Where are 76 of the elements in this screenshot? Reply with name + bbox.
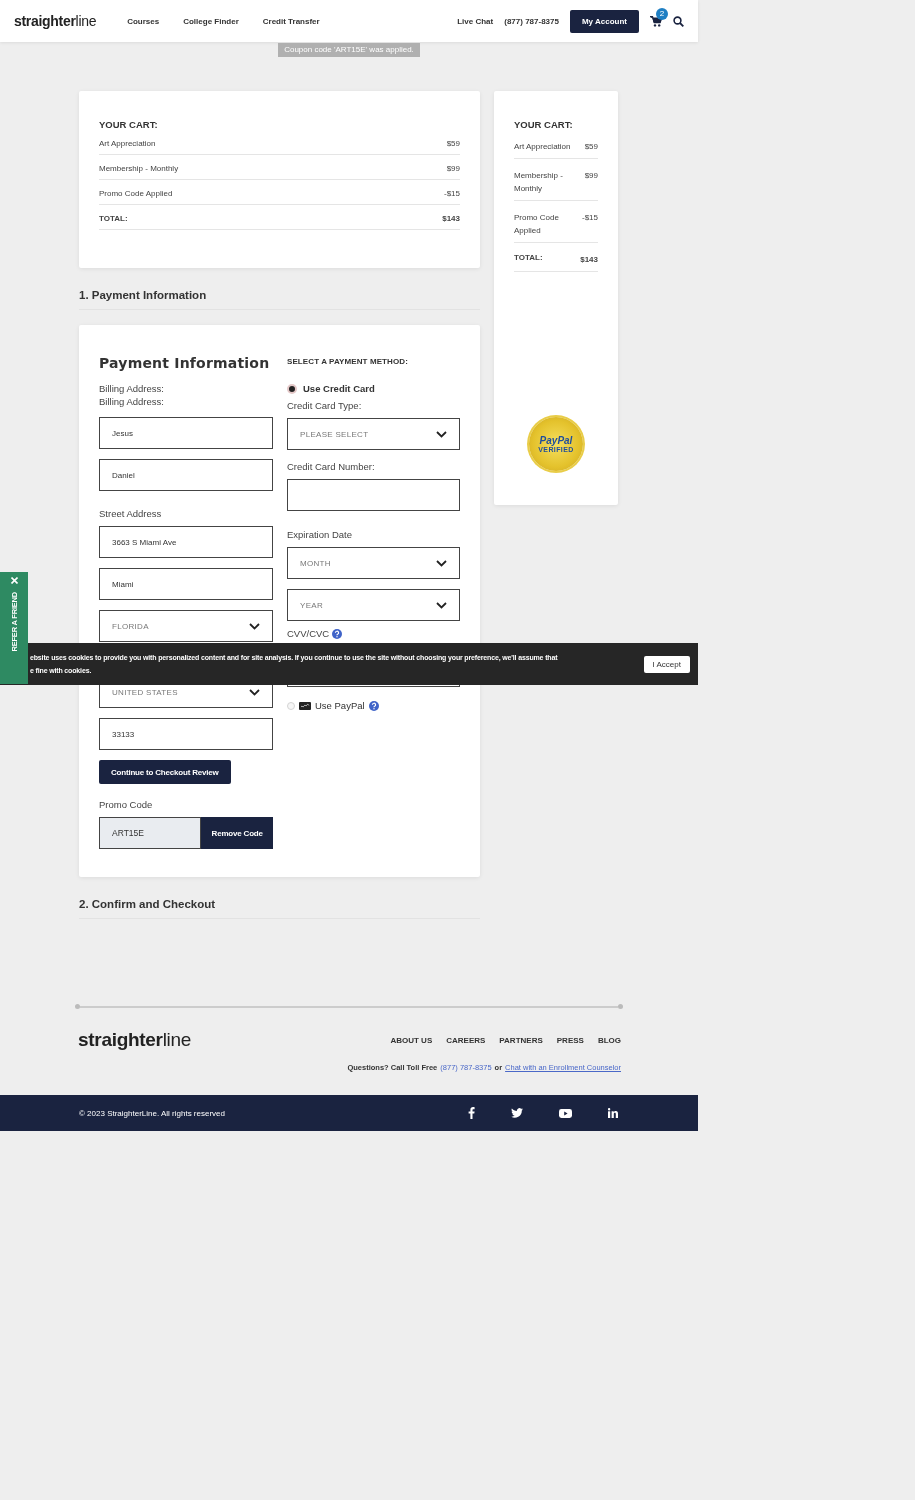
city-field[interactable]: Miami: [99, 568, 273, 600]
field-label: Billing Address:: [99, 382, 165, 395]
promo-code-field[interactable]: ART15E: [99, 817, 202, 849]
footer-link[interactable]: BLOG: [597, 1035, 621, 1045]
footer-link[interactable]: ABOUT US: [390, 1035, 433, 1045]
phone-number: (877) 787-8375: [504, 16, 559, 26]
first-name-field[interactable]: Jesus: [99, 417, 273, 449]
section-heading[interactable]: 1. Payment Information: [79, 289, 480, 310]
nav-link[interactable]: Courses: [127, 16, 160, 26]
card-number-field[interactable]: [287, 479, 460, 511]
help-icon[interactable]: [368, 700, 379, 711]
youtube-icon[interactable]: [559, 1108, 572, 1118]
accept-button[interactable]: I Accept: [643, 655, 690, 673]
cart-item-price: $59: [446, 139, 460, 148]
payment-title: Payment Information: [99, 355, 271, 371]
card-type-select[interactable]: PLEASE SELECT: [287, 418, 460, 450]
cart-item-name: Art Appreciation: [99, 139, 156, 148]
field-label: Street Address: [99, 507, 163, 520]
field-label: Billing Address:: [99, 395, 165, 408]
total-label: TOTAL:: [99, 214, 128, 223]
live-chat-link[interactable]: Live Chat: [457, 16, 494, 26]
cart-item-price: $99: [584, 170, 598, 182]
cart-item-price: -$15: [444, 189, 460, 198]
chevron-down-icon: [436, 430, 447, 438]
field-label: Expiration Date: [287, 528, 353, 541]
cart-item-name: Promo Code Applied: [99, 189, 173, 198]
footer-link[interactable]: PRESS: [556, 1035, 584, 1045]
continue-button[interactable]: Continue to Checkout Review: [99, 760, 231, 784]
paypal-card-icon: [299, 701, 311, 710]
nav-link[interactable]: Credit Transfer: [262, 16, 320, 26]
cart-item-price: $99: [446, 164, 460, 173]
cart-title: YOUR CART:: [514, 119, 574, 130]
state-select[interactable]: FLORIDA: [99, 610, 273, 642]
nav-link[interactable]: College Finder: [183, 16, 239, 26]
total-amount: $143: [580, 254, 598, 266]
cart-item-price: -$15: [582, 212, 598, 224]
chevron-down-icon: [249, 688, 260, 696]
last-name-field[interactable]: Daniel: [99, 459, 273, 491]
cart-item-name: Membership - Monthly: [99, 164, 179, 173]
year-select[interactable]: YEAR: [287, 589, 460, 621]
cart-item-price: $59: [584, 141, 598, 153]
radio-label[interactable]: Use Credit Card: [303, 383, 375, 394]
section-heading[interactable]: 2. Confirm and Checkout: [79, 898, 480, 919]
cart-item-name: Membership - Monthly: [514, 170, 564, 195]
cart-item-name: Promo Code Applied: [514, 212, 560, 237]
linkedin-icon[interactable]: [608, 1108, 618, 1118]
field-label: Credit Card Number:: [287, 460, 376, 473]
month-select[interactable]: MONTH: [287, 547, 460, 579]
coupon-notice: Coupon code 'ART15E' was applied.: [278, 43, 420, 57]
search-icon[interactable]: [673, 15, 684, 27]
footer-link[interactable]: PARTNERS: [499, 1035, 543, 1045]
field-label: Credit Card Type:: [287, 399, 363, 412]
total-amount: $143: [442, 214, 460, 223]
footer-logo[interactable]: straighterline: [78, 1029, 192, 1051]
footer-link[interactable]: CAREERS: [446, 1035, 486, 1045]
twitter-icon[interactable]: [511, 1108, 523, 1118]
street-field[interactable]: 3663 S Miami Ave: [99, 526, 273, 558]
copyright-text: © 2023 StraighterLine. All rights reserved: [79, 1108, 225, 1118]
facebook-icon[interactable]: [468, 1107, 475, 1119]
field-label: Promo Code: [99, 798, 154, 811]
field-label: CVV/CVC: [287, 627, 330, 640]
total-label: TOTAL:: [514, 253, 543, 262]
cart-item-name: Art Appreciation: [514, 141, 572, 153]
cart-count-badge: 2: [656, 7, 668, 20]
close-icon[interactable]: [10, 577, 18, 584]
radio-button[interactable]: [287, 383, 297, 394]
chevron-down-icon: [436, 601, 447, 609]
logo[interactable]: straighterline: [14, 13, 97, 29]
my-account-button[interactable]: My Account: [569, 9, 639, 33]
chevron-down-icon: [436, 559, 447, 567]
cart-title: YOUR CART:: [99, 119, 159, 130]
payment-method-heading: SELECT A PAYMENT METHOD:: [287, 357, 409, 366]
help-icon[interactable]: [332, 628, 343, 639]
chevron-down-icon: [249, 622, 260, 630]
zip-field[interactable]: 33133: [99, 718, 273, 750]
remove-code-button[interactable]: Remove Code: [201, 817, 273, 849]
